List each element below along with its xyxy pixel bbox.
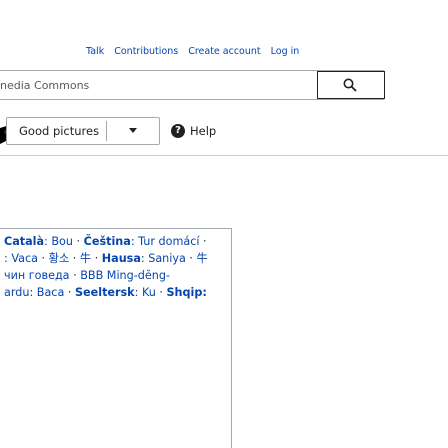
page: Talk Contributions Create account Log in… <box>0 0 448 448</box>
language-item[interactable]: Hausa: Saniya <box>102 252 186 265</box>
search-border-bottom <box>0 99 384 100</box>
dropdown-label: Good pictures <box>19 124 100 138</box>
language-item[interactable]: 牛 <box>197 252 208 265</box>
language-item[interactable]: ardu: Baca <box>4 286 64 299</box>
help-link[interactable]: Help <box>190 124 216 138</box>
language-box: Català: Bou · Čeština: Tur domácí · : Va… <box>0 228 232 448</box>
search-button[interactable] <box>317 71 385 99</box>
divider <box>0 155 448 156</box>
language-item[interactable]: чин говеда <box>4 269 70 282</box>
contributions-link[interactable]: Contributions <box>114 46 178 57</box>
language-item[interactable]: Seeltersk: Ku <box>75 286 156 299</box>
language-item[interactable]: 牛 <box>80 252 91 265</box>
language-line: Català: Bou · Čeština: Tur domácí · <box>4 235 207 248</box>
language-item[interactable]: 황소 <box>49 252 70 265</box>
search-icon <box>343 78 357 92</box>
talk-link[interactable]: Talk <box>86 46 104 57</box>
language-line: : Vaca · 황소 · 牛 · Hausa: Saniya · 牛 <box>4 252 208 265</box>
language-line: чин говеда · BBB Ming-dĕng- <box>4 269 171 282</box>
dropdown-divider <box>106 121 107 141</box>
create-account-link[interactable]: Create account <box>188 46 260 57</box>
language-item[interactable]: Shqip: <box>167 286 207 299</box>
language-item[interactable]: Català: Bou <box>4 235 73 248</box>
language-line: ardu: Baca · Seeltersk: Ku · Shqip: <box>4 286 207 299</box>
language-item[interactable]: Čeština: Tur domácí <box>84 235 200 248</box>
personal-tools: Talk Contributions Create account Log in <box>86 46 306 57</box>
help-icon[interactable]: ? <box>171 124 185 138</box>
chevron-down-icon <box>129 128 137 133</box>
language-item[interactable]: : Vaca <box>4 252 38 265</box>
log-in-link[interactable]: Log in <box>271 46 300 57</box>
good-pictures-dropdown[interactable]: Good pictures <box>6 117 160 145</box>
language-list: Català: Bou · Čeština: Tur domácí · : Va… <box>4 233 231 301</box>
language-item[interactable]: BBB Ming-dĕng- <box>80 269 170 282</box>
search-input[interactable] <box>0 71 318 99</box>
